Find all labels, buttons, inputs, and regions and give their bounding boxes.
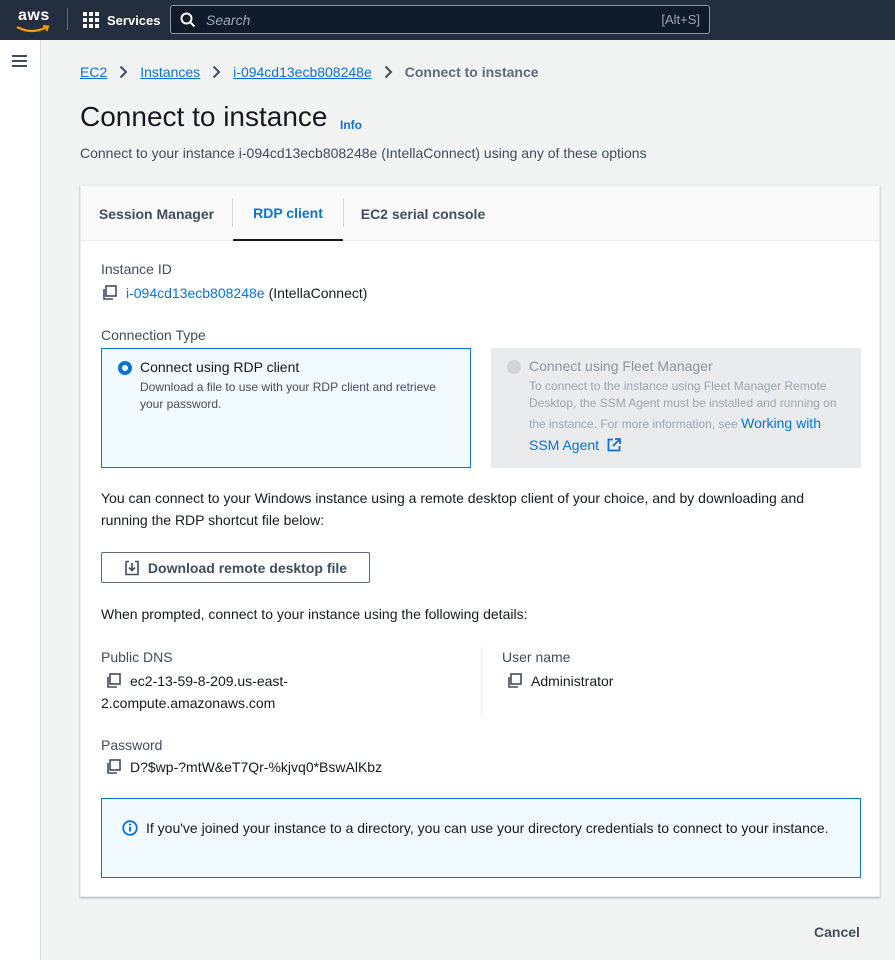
- breadcrumb-instances[interactable]: Instances: [140, 64, 200, 80]
- services-label: Services: [107, 12, 161, 28]
- tab-rdp-client[interactable]: RDP client: [233, 186, 343, 241]
- aws-logo-text: aws: [18, 7, 50, 24]
- external-link-icon: [607, 438, 621, 452]
- side-rail: [0, 40, 41, 960]
- password-label: Password: [101, 737, 163, 753]
- connect-card: Session Manager RDP client EC2 serial co…: [80, 185, 880, 897]
- rdp-option-description: Download a file to use with your RDP cli…: [140, 380, 436, 411]
- alert-text: If you've joined your instance to a dire…: [146, 820, 829, 836]
- breadcrumb-instance-id[interactable]: i-094cd13ecb808248e: [233, 64, 372, 80]
- instance-name: (IntellaConnect): [268, 285, 368, 301]
- rdp-option-title: Connect using RDP client: [140, 359, 300, 375]
- tab-ec2-serial-console[interactable]: EC2 serial console: [344, 186, 502, 241]
- connection-type-label: Connection Type: [101, 327, 206, 343]
- radio-selected-icon[interactable]: [118, 361, 132, 375]
- instance-id-label: Instance ID: [101, 261, 172, 277]
- user-name-text: Administrator: [531, 673, 614, 689]
- grid-icon: [83, 12, 99, 28]
- copy-icon[interactable]: [101, 284, 119, 302]
- breadcrumb-ec2[interactable]: EC2: [80, 64, 107, 80]
- copy-icon[interactable]: [105, 758, 123, 776]
- user-name-value: Administrator: [506, 670, 613, 692]
- fleet-option-description: To connect to the instance using Fleet M…: [529, 378, 845, 456]
- instance-id-link[interactable]: i-094cd13ecb808248e: [126, 282, 265, 304]
- services-menu-button[interactable]: Services: [83, 10, 161, 30]
- breadcrumb-current: Connect to instance: [404, 64, 539, 80]
- tab-bar: Session Manager RDP client EC2 serial co…: [81, 186, 879, 241]
- directory-info-alert: If you've joined your instance to a dire…: [101, 798, 861, 878]
- tab-session-manager[interactable]: Session Manager: [81, 186, 232, 241]
- rdp-intro-text: You can connect to your Windows instance…: [101, 490, 805, 528]
- download-remote-desktop-file-button[interactable]: Download remote desktop file: [101, 552, 370, 583]
- prompt-text: When prompted, connect to your instance …: [101, 606, 528, 622]
- fleet-option-title: Connect using Fleet Manager: [529, 358, 713, 374]
- public-dns-line-1: ec2-13-59-8-209.us-east-: [130, 673, 288, 689]
- rdp-client-option[interactable]: Connect using RDP client Download a file…: [101, 348, 471, 468]
- password-value: D?$wp-?mtW&eT7Qr-%kjvq0*BswAlKbz: [105, 756, 382, 778]
- copy-icon[interactable]: [105, 672, 123, 690]
- nav-divider: [67, 8, 68, 30]
- column-divider: [481, 646, 482, 715]
- radio-disabled-icon: [507, 360, 521, 374]
- search-shortcut: [Alt+S]: [661, 12, 700, 27]
- breadcrumb: EC2 Instances i-094cd13ecb808248e Connec…: [80, 62, 539, 82]
- copy-icon[interactable]: [506, 672, 524, 690]
- search-input[interactable]: Search [Alt+S]: [170, 5, 710, 34]
- password-text: D?$wp-?mtW&eT7Qr-%kjvq0*BswAlKbz: [130, 759, 383, 775]
- page-title: Connect to instance: [80, 101, 328, 132]
- search-icon: [180, 12, 196, 28]
- chevron-right-icon: [119, 65, 128, 79]
- aws-smile-icon: [16, 25, 50, 33]
- aws-logo[interactable]: aws: [14, 4, 54, 34]
- public-dns-label: Public DNS: [101, 649, 173, 665]
- info-icon: [122, 820, 138, 836]
- download-icon: [125, 560, 139, 575]
- chevron-right-icon: [212, 65, 221, 79]
- instance-id-value: i-094cd13ecb808248e (IntellaConnect): [101, 282, 367, 304]
- search-placeholder: Search: [206, 12, 251, 28]
- fleet-manager-option: Connect using Fleet Manager To connect t…: [491, 348, 861, 468]
- cancel-button[interactable]: Cancel: [814, 924, 860, 940]
- download-button-label: Download remote desktop file: [147, 559, 348, 576]
- page-subtitle: Connect to your instance i-094cd13ecb808…: [80, 145, 647, 161]
- user-name-label: User name: [502, 649, 571, 665]
- top-navigation: aws Services Search [Alt+S]: [0, 0, 895, 40]
- info-link[interactable]: Info: [340, 118, 362, 132]
- menu-icon[interactable]: [12, 55, 27, 70]
- public-dns-value: ec2-13-59-8-209.us-east-: [105, 670, 288, 692]
- public-dns-line-2: 2.compute.amazonaws.com: [101, 695, 276, 711]
- chevron-right-icon: [384, 65, 393, 79]
